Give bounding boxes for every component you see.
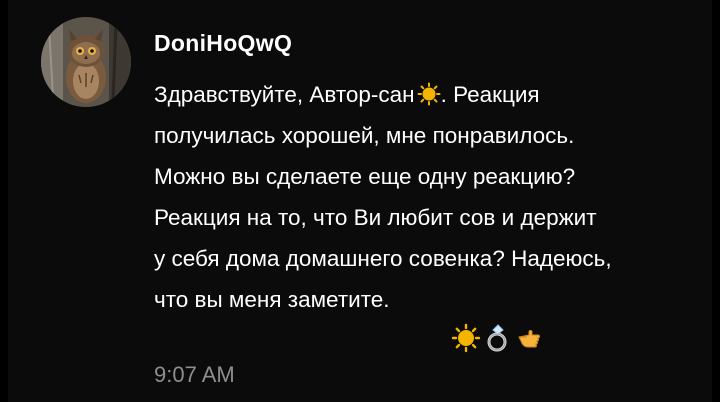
message-line-text-after: . Реакция [440, 82, 540, 107]
ring-emoji-icon [487, 324, 507, 352]
avatar[interactable] [41, 17, 131, 107]
comment-text: Здравствуйте, Автор-сан . Реакция получи… [154, 74, 720, 320]
pointing-hand-emoji-icon [518, 330, 540, 348]
sun-emoji-icon [451, 323, 481, 353]
message-line-text: Здравствуйте, Автор-сан [154, 82, 415, 107]
message-line: получилась хорошей, мне понравилось. [154, 123, 575, 148]
sun-emoji-icon [417, 82, 441, 106]
message-line: Здравствуйте, Автор-сан . Реакция [154, 74, 720, 115]
trailing-emojis [451, 321, 545, 355]
timestamp: 9:07 AM [154, 362, 235, 387]
message-line: Реакция на то, что Ви любит сов и держит [154, 205, 597, 230]
message-line: у себя дома домашнего совенка? Надеюсь, [154, 246, 612, 271]
comment-card: DoniHoQwQ Здравствуйте, Автор-сан . Реак… [0, 0, 720, 402]
username[interactable]: DoniHoQwQ [154, 30, 292, 57]
owl-avatar-icon [41, 17, 131, 107]
message-line: что вы меня заметите. [154, 287, 390, 312]
message-line: Можно вы сделаете еще одну реакцию? [154, 164, 576, 189]
